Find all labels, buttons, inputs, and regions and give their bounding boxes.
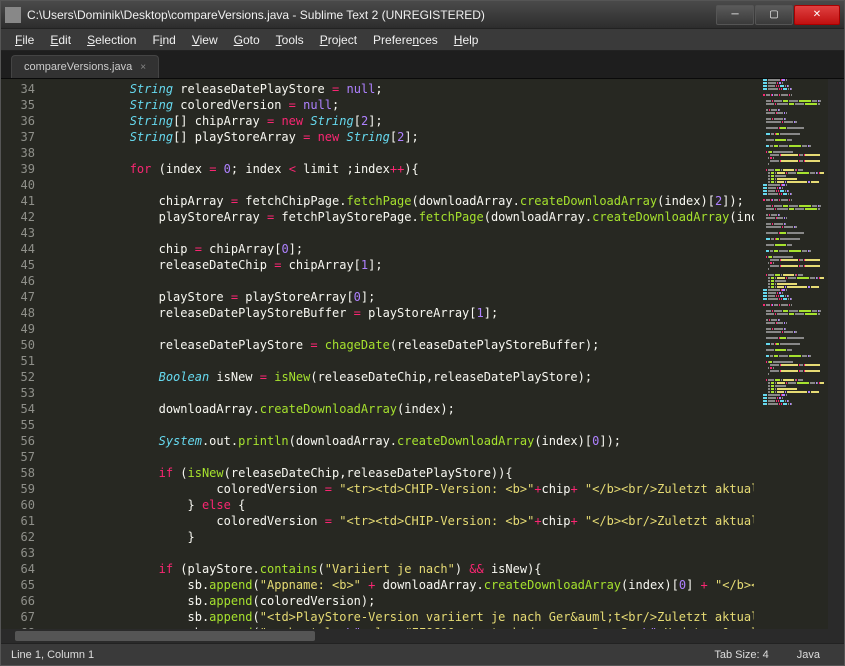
menu-project[interactable]: Project: [312, 31, 365, 49]
menu-file[interactable]: File: [7, 31, 42, 49]
menu-view[interactable]: View: [184, 31, 226, 49]
menu-tools[interactable]: Tools: [268, 31, 312, 49]
menubar: File Edit Selection Find View Goto Tools…: [1, 29, 844, 51]
minimize-button[interactable]: ─: [716, 5, 754, 25]
line-number-gutter: 34 35 36 37 38 39 40 41 42 43 44 45 46 4…: [1, 79, 43, 629]
horizontal-scrollbar-thumb[interactable]: [15, 631, 315, 641]
window-controls: ─ ▢ ✕: [715, 5, 840, 25]
menu-edit[interactable]: Edit: [42, 31, 79, 49]
app-window: C:\Users\Dominik\Desktop\compareVersions…: [0, 0, 845, 666]
status-tab-size[interactable]: Tab Size: 4: [700, 649, 782, 661]
tabbar: compareVersions.java ×: [1, 51, 844, 79]
status-syntax[interactable]: Java: [783, 649, 834, 661]
vertical-scrollbar[interactable]: [828, 79, 844, 629]
titlebar[interactable]: C:\Users\Dominik\Desktop\compareVersions…: [1, 1, 844, 29]
tab-file[interactable]: compareVersions.java ×: [11, 55, 159, 78]
app-icon: [5, 7, 21, 23]
statusbar: Line 1, Column 1 Tab Size: 4 Java: [1, 643, 844, 665]
code-editor[interactable]: String releaseDatePlayStore = null; Stri…: [43, 79, 754, 629]
window-title: C:\Users\Dominik\Desktop\compareVersions…: [27, 8, 715, 22]
menu-selection[interactable]: Selection: [79, 31, 144, 49]
horizontal-scrollbar[interactable]: [1, 629, 844, 643]
minimap[interactable]: [754, 79, 828, 629]
menu-help[interactable]: Help: [446, 31, 487, 49]
minimap-content: [756, 79, 826, 409]
menu-find[interactable]: Find: [144, 31, 183, 49]
close-button[interactable]: ✕: [794, 5, 840, 25]
menu-preferences[interactable]: Preferences: [365, 31, 446, 49]
tab-label: compareVersions.java: [24, 61, 132, 73]
menu-goto[interactable]: Goto: [226, 31, 268, 49]
tab-close-icon[interactable]: ×: [140, 62, 146, 73]
editor-area: 34 35 36 37 38 39 40 41 42 43 44 45 46 4…: [1, 79, 844, 629]
maximize-button[interactable]: ▢: [755, 5, 793, 25]
status-position[interactable]: Line 1, Column 1: [11, 649, 700, 661]
